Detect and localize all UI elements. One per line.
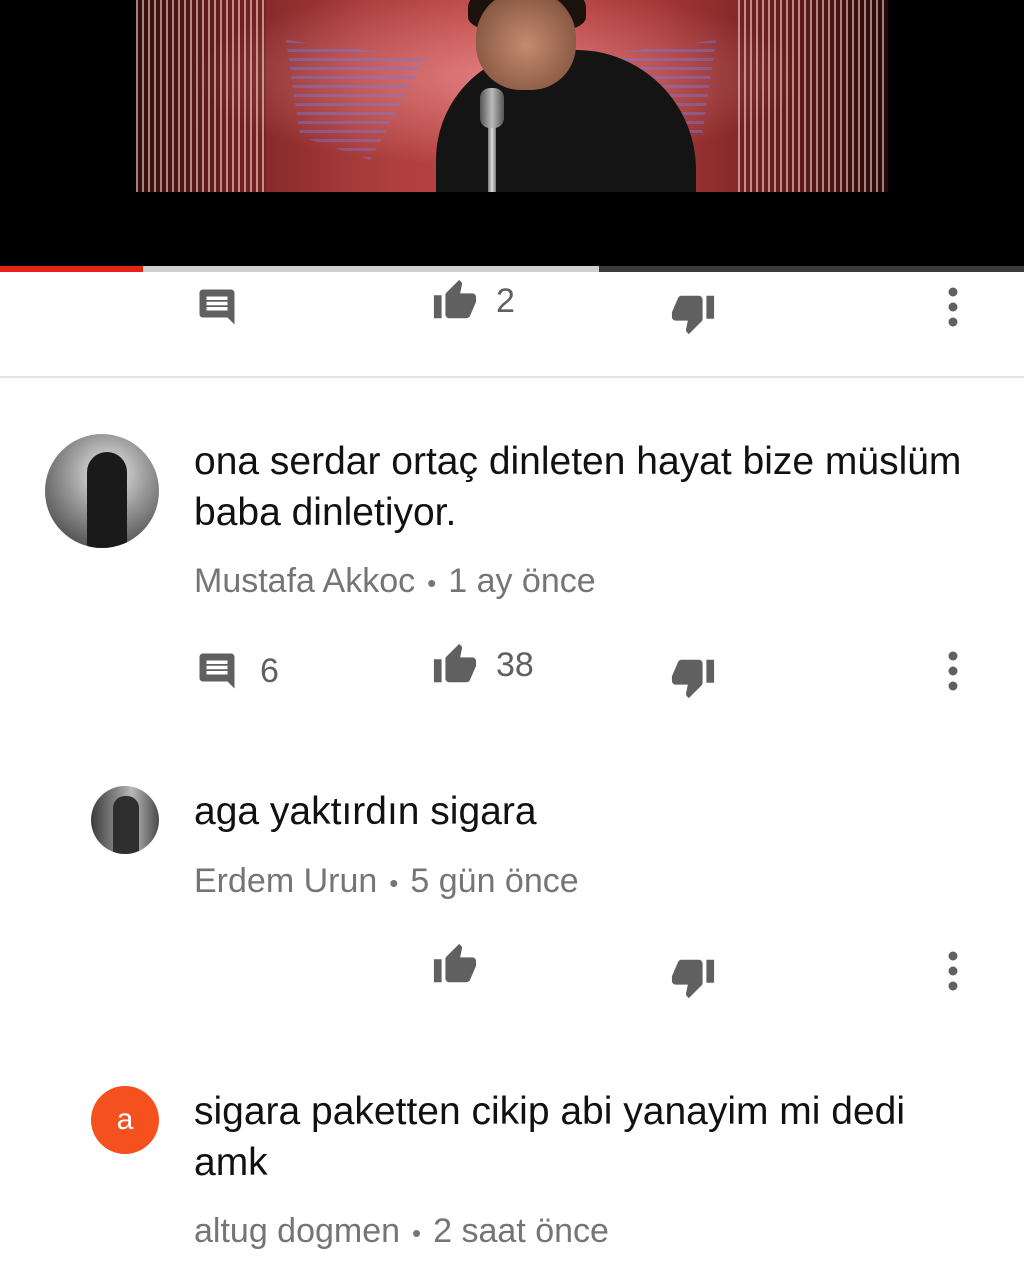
like-button[interactable]: 2 [432,278,515,324]
thumb-down-icon [670,290,716,336]
reply-button[interactable]: 6 [196,650,279,692]
video-frame[interactable] [136,0,888,192]
dislike-button[interactable] [670,290,716,336]
comment-time: 1 ay önce [448,562,596,600]
comment-time: 5 gün önce [410,862,579,900]
thumb-up-icon [432,942,478,988]
avatar[interactable] [45,434,159,548]
avatar[interactable] [91,786,159,854]
comment-author[interactable]: Mustafa Akkoc [194,562,415,600]
thumb-up-icon [432,278,478,324]
comment-meta: Erdem Urun • 5 gün önce [194,862,579,901]
more-vert-icon [946,286,960,328]
dislike-button[interactable] [670,954,716,1000]
more-options-button[interactable] [936,650,970,692]
comment-author[interactable]: Erdem Urun [194,862,377,900]
dislike-button[interactable] [670,654,716,700]
like-button[interactable] [432,942,478,988]
avatar[interactable]: a [91,1086,159,1154]
comment-icon [196,286,238,328]
meta-separator: • [412,1217,422,1248]
video-player[interactable] [0,0,1024,268]
comment-meta: Mustafa Akkoc • 1 ay önce [194,562,596,601]
section-divider [0,376,1024,378]
comment-action-bar [0,942,1024,1002]
video-progress-bar[interactable] [0,266,1024,272]
more-vert-icon [946,950,960,992]
singer-head [476,0,576,90]
more-options-button[interactable] [936,950,970,992]
meta-separator: • [427,567,437,598]
thumb-down-icon [670,654,716,700]
comment-icon [196,650,238,692]
played-progress [0,266,143,272]
reply-count: 6 [260,651,279,690]
more-vert-icon [946,650,960,692]
like-count: 38 [496,645,534,684]
comment-text: sigara paketten cikip abi yanayim mi ded… [194,1090,906,1184]
more-options-button[interactable] [936,286,970,328]
comment-text: ona serdar ortaç dinleten hayat bize müs… [194,440,962,534]
comment-meta: altug dogmen • 2 saat önce [194,1212,609,1251]
reply-button[interactable] [196,286,238,328]
microphone [480,88,504,128]
comment-author[interactable]: altug dogmen [194,1212,400,1250]
thumb-up-icon [432,642,478,688]
comment-time: 2 saat önce [433,1212,609,1250]
stage-curtain-left [136,0,266,192]
stage-lights [286,40,426,160]
video-comment-action-bar: 2 [0,278,1024,338]
like-count: 2 [496,281,515,320]
meta-separator: • [389,867,399,898]
stage-curtain-right [738,0,888,192]
comment-action-bar: 6 38 [0,642,1024,702]
comment-text: aga yaktırdın sigara [194,790,537,833]
thumb-down-icon [670,954,716,1000]
like-button[interactable]: 38 [432,642,534,688]
